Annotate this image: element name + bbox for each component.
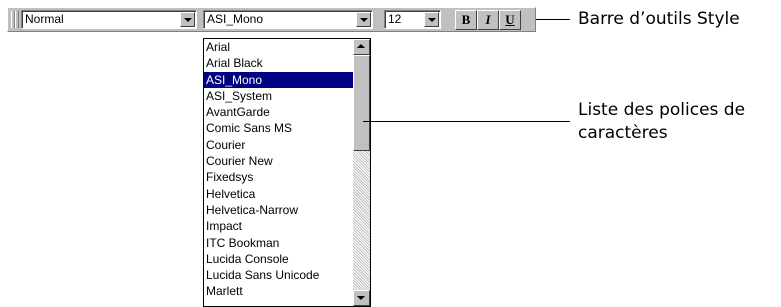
font-combo[interactable]: ASI_Mono	[203, 10, 373, 29]
font-list-items: Arial Arial Black ASI_Mono ASI_System Av…	[204, 39, 353, 300]
font-list-item[interactable]: Courier	[204, 137, 353, 153]
font-list-item[interactable]: Lucida Console	[204, 251, 353, 267]
font-list-item[interactable]: Helvetica	[204, 186, 353, 202]
arrow-up-icon	[357, 44, 365, 48]
font-list-item[interactable]: Fixedsys	[204, 169, 353, 185]
font-list-item[interactable]: Impact	[204, 218, 353, 234]
scroll-down-button[interactable]	[353, 290, 370, 306]
scrollbar-thumb[interactable]	[353, 55, 370, 151]
style-toolbar: Normal ASI_Mono 12 B I U	[7, 7, 536, 32]
underline-button[interactable]: U	[499, 10, 521, 30]
font-list-item[interactable]: Helvetica-Narrow	[204, 202, 353, 218]
chevron-down-icon	[428, 18, 436, 22]
style-combo-value: Normal	[25, 12, 64, 26]
list-callout-label-line2: caractères	[578, 123, 668, 143]
list-callout-label-line1: Liste des polices de	[578, 100, 746, 120]
chevron-down-icon	[360, 18, 368, 22]
arrow-down-icon	[357, 296, 365, 300]
list-callout-line	[363, 121, 570, 122]
font-list-item[interactable]: ITC Bookman	[204, 235, 353, 251]
font-list-item[interactable]: ASI_System	[204, 88, 353, 104]
font-size-value: 12	[388, 12, 402, 26]
font-dropdown-button[interactable]	[356, 12, 371, 27]
font-list-item[interactable]: Arial Black	[204, 55, 353, 71]
chevron-down-icon	[184, 18, 192, 22]
toolbar-callout-line	[536, 19, 570, 20]
font-list-item[interactable]: Arial	[204, 39, 353, 55]
font-size-combo[interactable]: 12	[384, 10, 441, 29]
font-size-dropdown-button[interactable]	[424, 12, 439, 27]
italic-button[interactable]: I	[477, 10, 499, 30]
font-list-scrollbar[interactable]	[353, 39, 370, 306]
style-dropdown-button[interactable]	[180, 12, 195, 27]
font-list-item[interactable]: Lucida Sans Unicode	[204, 267, 353, 283]
font-list-item[interactable]: Marlett	[204, 283, 353, 299]
bold-button[interactable]: B	[455, 10, 477, 30]
font-list-item[interactable]: Courier New	[204, 153, 353, 169]
font-combo-value: ASI_Mono	[207, 12, 264, 26]
scroll-up-button[interactable]	[353, 39, 370, 55]
style-combo[interactable]: Normal	[21, 10, 197, 29]
toolbar-callout-label: Barre d’outils Style	[578, 9, 740, 29]
font-list-item[interactable]: AvantGarde	[204, 104, 353, 120]
toolbar-grip[interactable]	[15, 11, 19, 28]
font-list-item-selected[interactable]: ASI_Mono	[204, 71, 353, 88]
font-dropdown-list: Arial Arial Black ASI_Mono ASI_System Av…	[203, 38, 371, 307]
font-list-item[interactable]: Comic Sans MS	[204, 120, 353, 136]
